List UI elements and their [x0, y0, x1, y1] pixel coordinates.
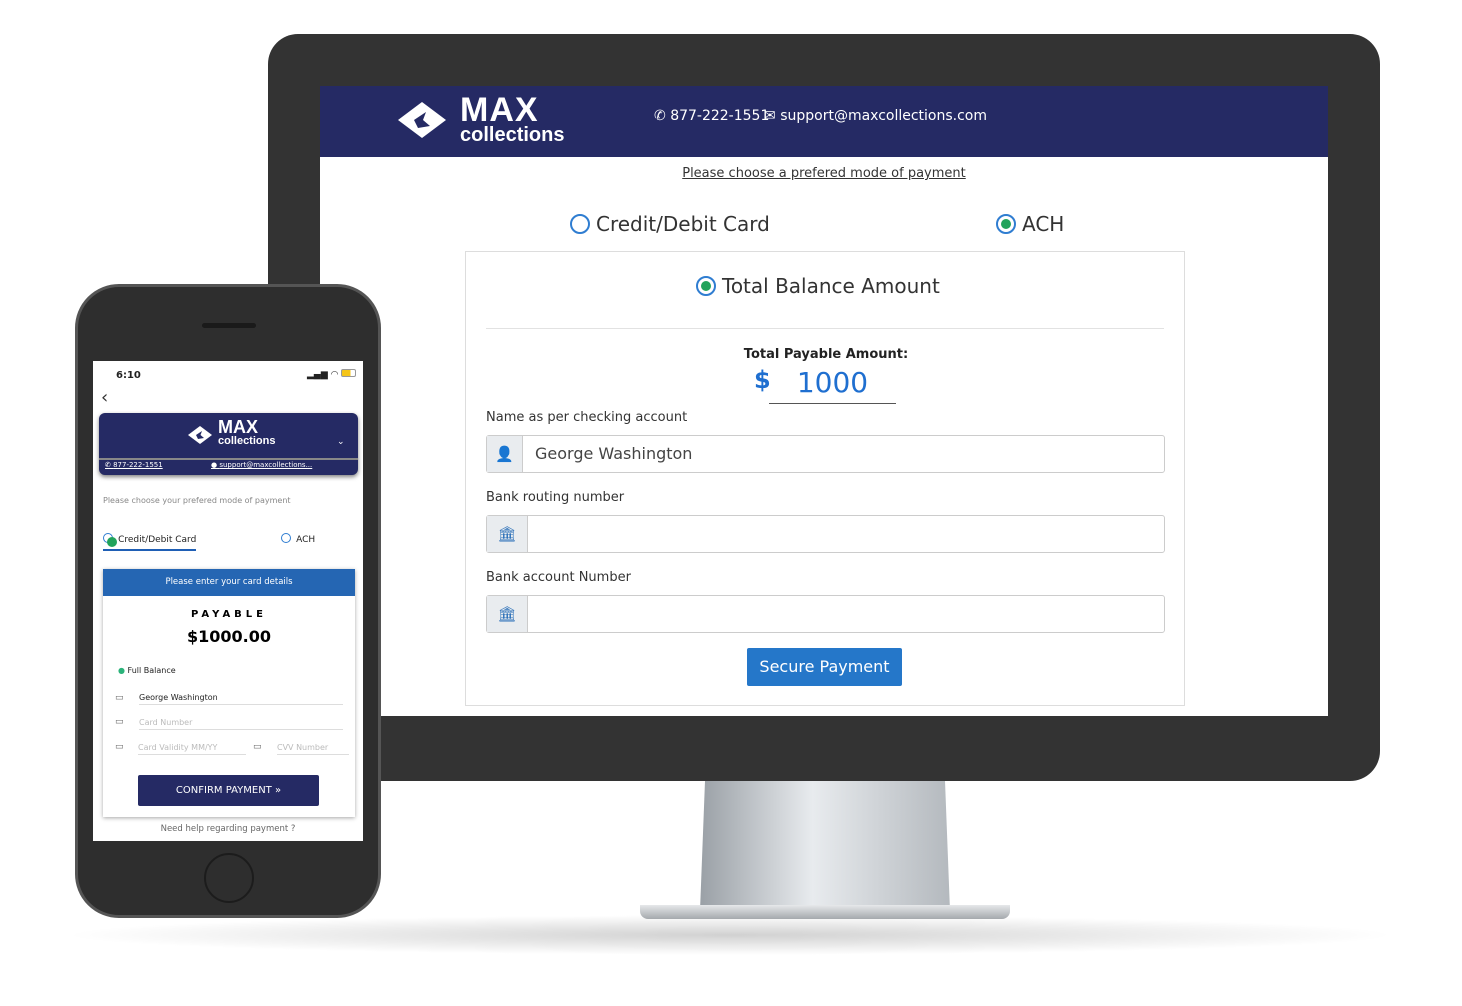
card-validity-input[interactable]: Card Validity MM/YY: [138, 743, 246, 755]
routing-label: Bank routing number: [486, 490, 625, 505]
mobile-phone-link[interactable]: ✆ 877-222-1551: [105, 461, 163, 469]
floor-shadow: [60, 915, 1400, 955]
status-icons: ▂▄▆ ◠: [307, 369, 357, 380]
card-number-input[interactable]: Card Number: [139, 718, 343, 730]
payment-mode-prompt[interactable]: Please choose a prefered mode of payment: [320, 166, 1328, 181]
card-icon: ▭: [115, 693, 124, 703]
status-time: 6:10: [116, 370, 141, 381]
header-email[interactable]: ✉ support@maxcollections.com: [764, 108, 987, 124]
chevron-down-icon[interactable]: ⌄: [337, 437, 345, 447]
confirm-payment-button[interactable]: CONFIRM PAYMENT »: [138, 775, 319, 806]
method-credit-card[interactable]: Credit/Debit Card: [570, 212, 770, 236]
user-icon: 👤: [487, 436, 523, 472]
logo-text: MAX collections: [460, 91, 565, 146]
mobile-method-ach[interactable]: ACH: [281, 527, 315, 546]
logo-icon: [398, 102, 446, 138]
mobile-header: MAX collections ⌄ ✆ 877-222-1551 ● suppor…: [99, 413, 358, 475]
bank-icon: 🏛: [487, 516, 528, 552]
divider: [486, 328, 1164, 329]
account-number-label: Bank account Number: [486, 570, 631, 585]
routing-number-input[interactable]: 🏛: [486, 515, 1165, 553]
bank-icon: 🏛: [487, 596, 528, 632]
method-ach[interactable]: ACH: [996, 212, 1064, 236]
radio-button[interactable]: [696, 276, 716, 296]
mobile-screen: 6:10 ▂▄▆ ◠ ‹ MAX collections ⌄ ✆ 877-222-…: [93, 361, 363, 841]
radio-button[interactable]: [570, 214, 590, 234]
card-header: Please enter your card details: [103, 569, 355, 596]
check-circle-icon: ●: [118, 666, 125, 675]
name-label: Name as per checking account: [486, 410, 688, 425]
logo-text: MAX collections: [218, 417, 276, 447]
card-number-icon: ▭: [115, 717, 124, 727]
card-details-panel: Please enter your card details PAYABLE $…: [103, 569, 355, 817]
desktop-header: MAX collections ✆ 877-222-1551 ✉ support…: [320, 86, 1328, 157]
monitor-base: [640, 905, 1010, 919]
mobile-prompt: Please choose your prefered mode of paym…: [103, 496, 291, 505]
phone-speaker: [202, 323, 256, 328]
ach-panel: Total Balance Amount Total Payable Amoun…: [465, 251, 1185, 706]
mail-icon: ✉: [764, 108, 776, 124]
cardholder-name-input[interactable]: George Washington: [139, 693, 343, 705]
secure-payment-button[interactable]: Secure Payment: [747, 648, 902, 686]
payable-amount: $1000.00: [186, 627, 271, 646]
total-balance-option[interactable]: Total Balance Amount: [696, 274, 940, 298]
phone-icon: ✆: [654, 108, 666, 124]
mobile-method-card[interactable]: Credit/Debit Card: [103, 527, 197, 551]
card-validity-icon: ▭: [115, 742, 124, 752]
divider: [99, 458, 358, 460]
radio-button[interactable]: [996, 214, 1016, 234]
payable-label: Total Payable Amount:: [743, 347, 909, 362]
account-number-input[interactable]: 🏛: [486, 595, 1165, 633]
logo-icon: [188, 426, 212, 444]
header-phone[interactable]: ✆ 877-222-1551: [654, 108, 769, 124]
cvv-icon: ▭: [253, 742, 262, 752]
monitor-stand: [700, 781, 950, 911]
back-icon[interactable]: ‹: [101, 387, 108, 408]
help-link[interactable]: Need help regarding payment ?: [93, 824, 363, 834]
payable-label: PAYABLE: [190, 609, 268, 620]
account-name-input[interactable]: 👤 George Washington: [486, 435, 1165, 473]
mobile-email-link[interactable]: ● support@maxcollections...: [211, 461, 312, 469]
home-button[interactable]: [204, 853, 254, 903]
radio-button[interactable]: [103, 532, 117, 547]
radio-button[interactable]: [281, 532, 291, 543]
amount-value: 1000: [769, 366, 896, 404]
full-balance-option[interactable]: ● Full Balance: [118, 666, 176, 675]
cvv-input[interactable]: CVV Number: [277, 743, 349, 755]
desktop-screen: MAX collections ✆ 877-222-1551 ✉ support…: [320, 86, 1328, 716]
